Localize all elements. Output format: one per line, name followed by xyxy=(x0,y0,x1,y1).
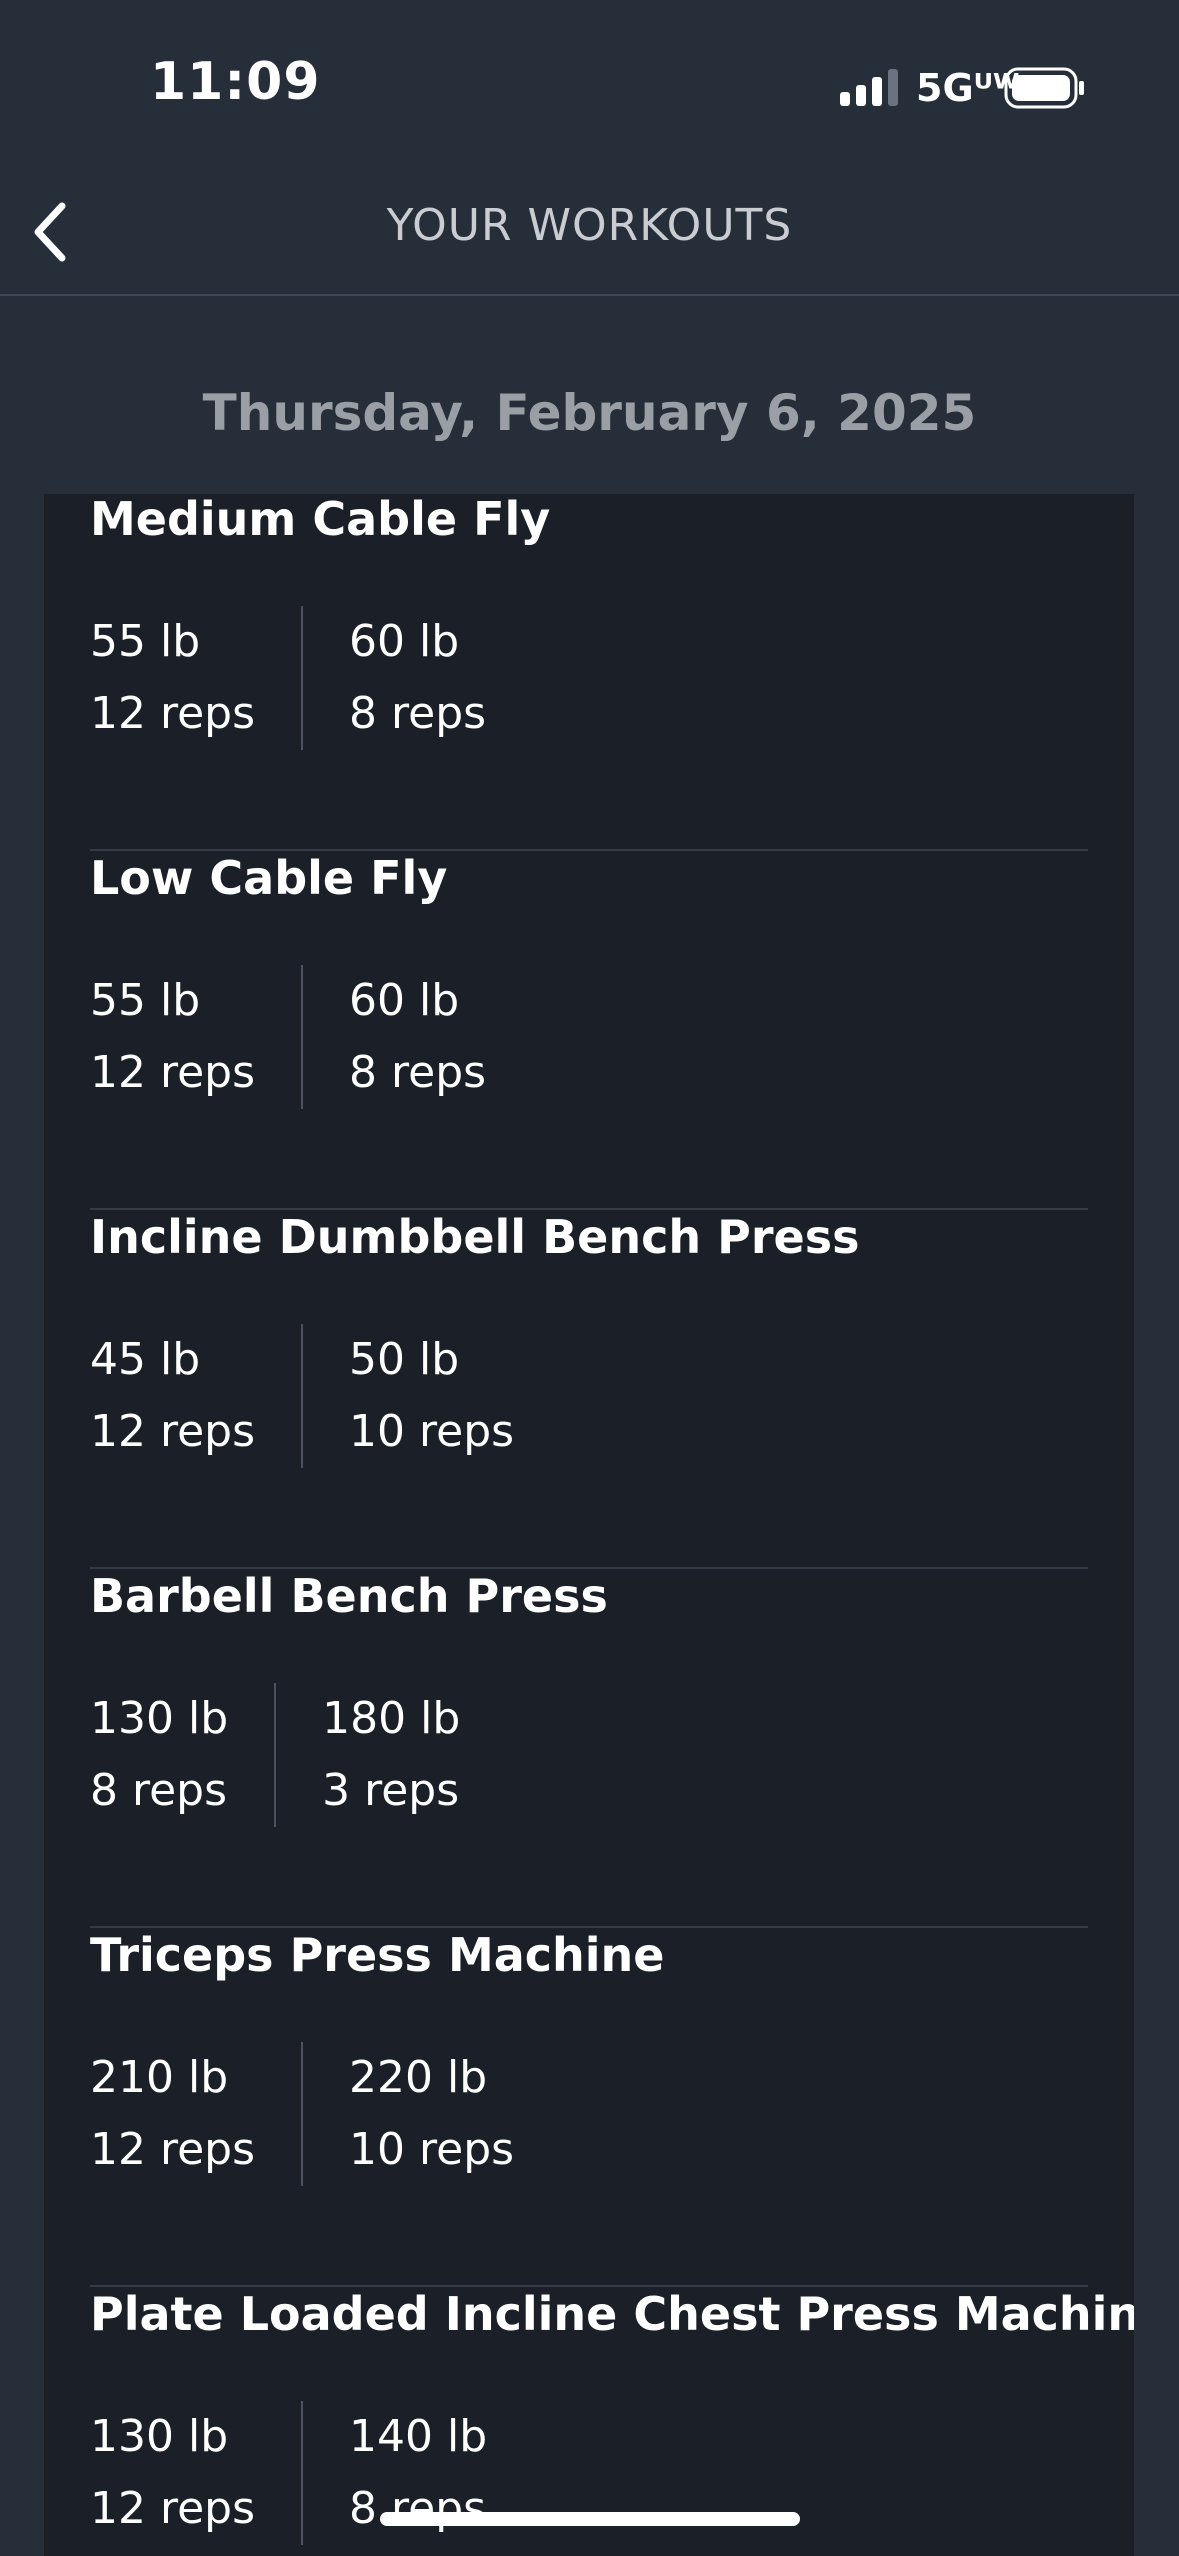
sets-row: 210 lb 12 reps 220 lb 10 reps xyxy=(90,2042,560,2186)
signal-bars-icon xyxy=(840,69,898,106)
exercise-item[interactable]: Low Cable Fly 55 lb 12 reps 60 lb 8 reps xyxy=(90,851,1088,1210)
page-title: YOUR WORKOUTS xyxy=(386,200,793,251)
set-weight: 180 lb xyxy=(322,1693,461,1744)
set-reps: 12 reps xyxy=(90,1406,256,1457)
set-1: 130 lb 12 reps xyxy=(90,2401,301,2545)
set-reps: 12 reps xyxy=(90,2124,256,2175)
workout-card: Medium Cable Fly 55 lb 12 reps 60 lb 8 r… xyxy=(44,494,1134,2556)
set-1: 55 lb 12 reps xyxy=(90,965,301,1109)
exercise-item[interactable]: Incline Dumbbell Bench Press 45 lb 12 re… xyxy=(90,1210,1088,1569)
sets-row: 130 lb 8 reps 180 lb 3 reps xyxy=(90,1683,506,1827)
set-weight: 45 lb xyxy=(90,1334,201,1385)
set-reps: 12 reps xyxy=(90,688,256,739)
exercise-name: Medium Cable Fly xyxy=(90,494,551,546)
set-reps: 12 reps xyxy=(90,2483,256,2534)
exercise-name: Barbell Bench Press xyxy=(90,1569,608,1623)
sets-row: 55 lb 12 reps 60 lb 8 reps xyxy=(90,965,532,1109)
exercise-name: Plate Loaded Incline Chest Press Machine xyxy=(90,2287,1134,2341)
set-1: 130 lb 8 reps xyxy=(90,1683,274,1827)
set-reps: 12 reps xyxy=(90,1047,256,1098)
set-reps: 8 reps xyxy=(90,1765,228,1816)
set-2: 50 lb 10 reps xyxy=(301,1324,560,1468)
set-weight: 220 lb xyxy=(349,2052,488,2103)
status-time: 11:09 xyxy=(150,52,321,112)
set-2: 180 lb 3 reps xyxy=(274,1683,506,1827)
exercise-name: Incline Dumbbell Bench Press xyxy=(90,1210,860,1264)
set-weight: 55 lb xyxy=(90,616,201,667)
set-reps: 8 reps xyxy=(349,2483,487,2534)
exercise-item[interactable]: Triceps Press Machine 210 lb 12 reps 220… xyxy=(90,1928,1088,2287)
set-weight: 50 lb xyxy=(349,1334,460,1385)
sets-row: 45 lb 12 reps 50 lb 10 reps xyxy=(90,1324,560,1468)
set-reps: 10 reps xyxy=(349,2124,515,2175)
set-2: 60 lb 8 reps xyxy=(301,606,532,750)
set-weight: 210 lb xyxy=(90,2052,229,2103)
exercise-item[interactable]: Barbell Bench Press 130 lb 8 reps 180 lb… xyxy=(90,1569,1088,1928)
set-reps: 8 reps xyxy=(349,1047,487,1098)
set-1: 210 lb 12 reps xyxy=(90,2042,301,2186)
set-reps: 3 reps xyxy=(322,1765,460,1816)
workout-date: Thursday, February 6, 2025 xyxy=(202,384,977,442)
nav-header: YOUR WORKOUTS xyxy=(0,170,1179,296)
set-2: 220 lb 10 reps xyxy=(301,2042,560,2186)
status-bar: 11:09 5Gᵁᵂ xyxy=(0,0,1179,170)
set-weight: 140 lb xyxy=(349,2411,488,2462)
set-1: 45 lb 12 reps xyxy=(90,1324,301,1468)
exercise-name: Triceps Press Machine xyxy=(90,1928,665,1982)
sets-row: 55 lb 12 reps 60 lb 8 reps xyxy=(90,606,532,750)
exercise-item[interactable]: Medium Cable Fly 55 lb 12 reps 60 lb 8 r… xyxy=(90,494,1088,851)
set-2: 60 lb 8 reps xyxy=(301,965,532,1109)
battery-icon xyxy=(1004,67,1084,109)
exercise-name: Low Cable Fly xyxy=(90,851,448,905)
set-weight: 130 lb xyxy=(90,2411,229,2462)
set-weight: 60 lb xyxy=(349,616,460,667)
set-weight: 60 lb xyxy=(349,975,460,1026)
set-weight: 130 lb xyxy=(90,1693,229,1744)
set-reps: 10 reps xyxy=(349,1406,515,1457)
set-1: 55 lb 12 reps xyxy=(90,606,301,750)
set-reps: 8 reps xyxy=(349,688,487,739)
home-indicator[interactable] xyxy=(380,2512,800,2526)
set-weight: 55 lb xyxy=(90,975,201,1026)
